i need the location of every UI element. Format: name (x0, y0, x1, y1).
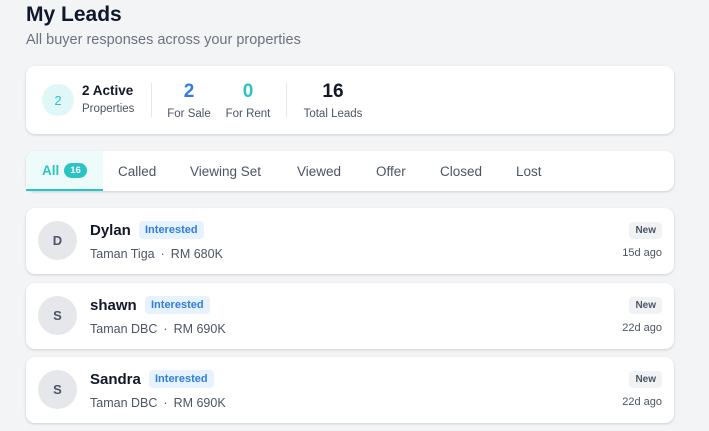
new-badge: New (629, 222, 662, 239)
avatar: S (38, 370, 77, 409)
meta-separator: · (160, 247, 165, 261)
lead-location: Taman DBC (90, 396, 158, 410)
total-leads-label: Total Leads (303, 108, 363, 120)
tab-viewed[interactable]: Viewed (297, 151, 341, 191)
tab-viewing-set[interactable]: Viewing Set (190, 151, 261, 191)
avatar: D (38, 221, 77, 260)
meta-separator: · (163, 322, 168, 336)
lead-time: 15d ago (622, 247, 662, 259)
new-badge: New (629, 371, 662, 388)
lead-time: 22d ago (622, 396, 662, 408)
lead-meta: Taman Tiga · RM 680K (90, 247, 223, 261)
lead-time: 22d ago (622, 322, 662, 334)
active-properties-label: Properties (82, 103, 135, 115)
lead-price: RM 680K (170, 247, 223, 261)
stats-divider (286, 83, 287, 117)
tab-all[interactable]: All 16 (26, 151, 103, 191)
tab-offer[interactable]: Offer (376, 151, 406, 191)
page-subtitle: All buyer responses across your properti… (26, 32, 301, 48)
lead-price: RM 690K (173, 396, 226, 410)
status-badge: Interested (145, 296, 210, 314)
tab-called[interactable]: Called (118, 151, 156, 191)
tab-closed[interactable]: Closed (440, 151, 482, 191)
lead-name: Sandra (90, 371, 141, 388)
lead-location: Taman DBC (90, 322, 158, 336)
tab-lost[interactable]: Lost (516, 151, 542, 191)
lead-meta: Taman DBC · RM 690K (90, 322, 226, 336)
lead-card[interactable]: S Sandra Interested Taman DBC · RM 690K Ne… (26, 357, 674, 423)
avatar: S (38, 296, 77, 335)
new-badge: New (629, 297, 662, 314)
active-properties-title: 2 Active (82, 83, 134, 98)
for-rent-label: For Rent (225, 108, 271, 120)
page-title: My Leads (26, 3, 122, 26)
lead-card[interactable]: S shawn Interested Taman DBC · RM 690K New… (26, 283, 674, 349)
lead-card[interactable]: D Dylan Interested Taman Tiga · RM 680K Ne… (26, 208, 674, 274)
stats-card: 2 2 Active Properties 2 For Sale 0 For R… (26, 66, 674, 134)
lead-price: RM 690K (173, 322, 226, 336)
active-count-badge: 2 (42, 84, 74, 116)
tab-count-badge: 16 (64, 162, 87, 178)
lead-name: shawn (90, 297, 137, 314)
tab-label: All (42, 162, 60, 178)
meta-separator: · (163, 396, 168, 410)
lead-meta: Taman DBC · RM 690K (90, 396, 226, 410)
for-rent-value: 0 (242, 81, 254, 102)
status-badge: Interested (149, 370, 214, 388)
filter-tabs: All 16 Called Viewing Set Viewed Offer C… (26, 151, 674, 191)
lead-location: Taman Tiga (90, 247, 155, 261)
lead-name: Dylan (90, 222, 131, 239)
total-leads-value: 16 (322, 81, 344, 102)
status-badge: Interested (139, 221, 204, 239)
